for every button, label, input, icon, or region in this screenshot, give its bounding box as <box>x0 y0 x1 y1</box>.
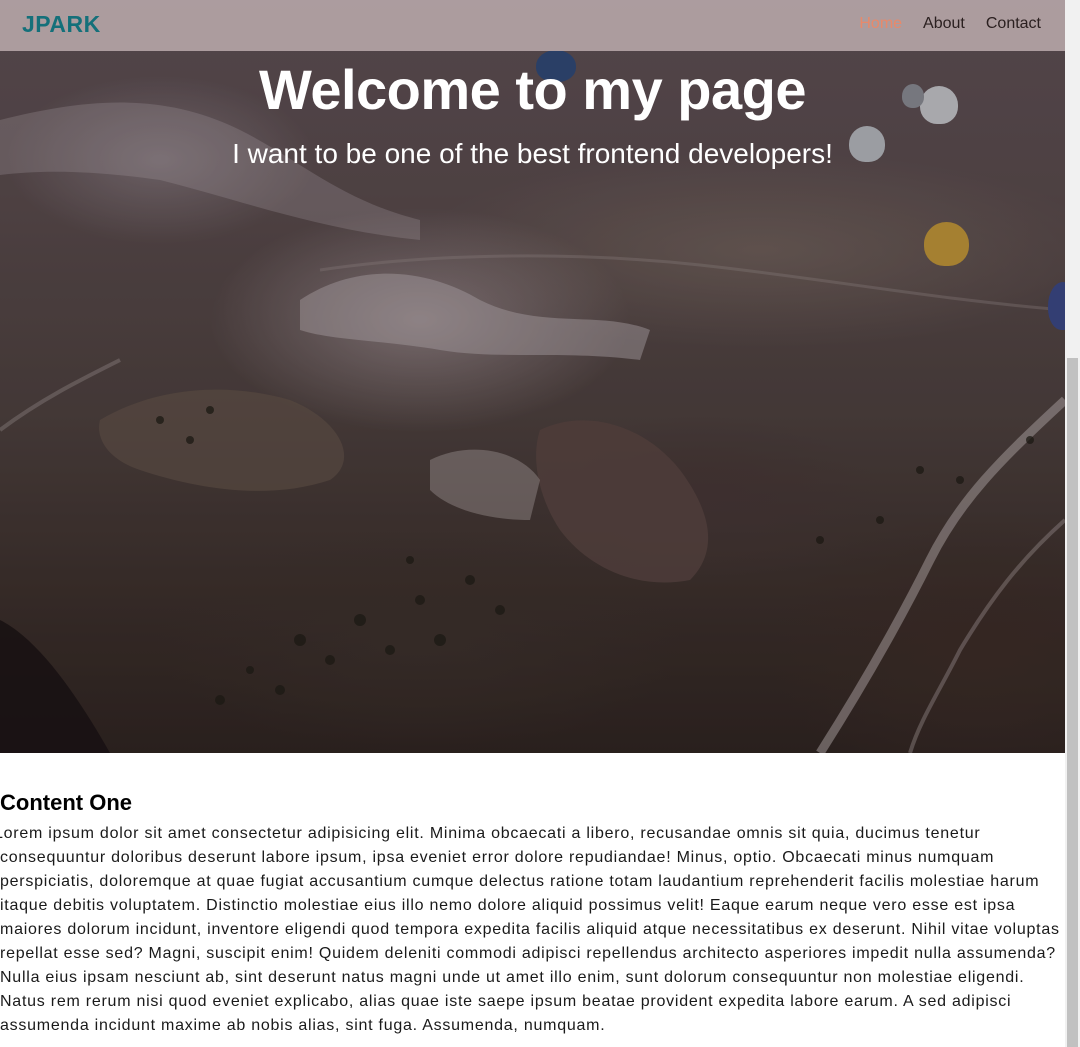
vertical-scrollbar[interactable] <box>1065 0 1080 1047</box>
nav-link-about[interactable]: About <box>923 15 965 33</box>
nav-link-contact[interactable]: Contact <box>986 15 1041 33</box>
page: Welcome to my page I want to be one of t… <box>0 0 1080 1047</box>
hero-subtitle: I want to be one of the best frontend de… <box>232 138 833 169</box>
site-logo[interactable]: JPARK <box>22 11 101 38</box>
navbar: JPARK Home About Contact <box>0 0 1065 51</box>
scrollbar-thumb[interactable] <box>1067 358 1078 1047</box>
hero-title: Welcome to my page <box>258 58 807 121</box>
balloon-decoration <box>1048 282 1065 330</box>
balloon-decoration <box>924 222 969 266</box>
nav-link-home[interactable]: Home <box>859 15 902 33</box>
content-heading: Content One <box>0 790 132 815</box>
nav-links: Home About Contact <box>859 15 1041 33</box>
content-section: Content One Lorem ipsum dolor sit amet c… <box>0 790 1064 1038</box>
content-paragraph: Lorem ipsum dolor sit amet consectetur a… <box>0 825 1060 1034</box>
